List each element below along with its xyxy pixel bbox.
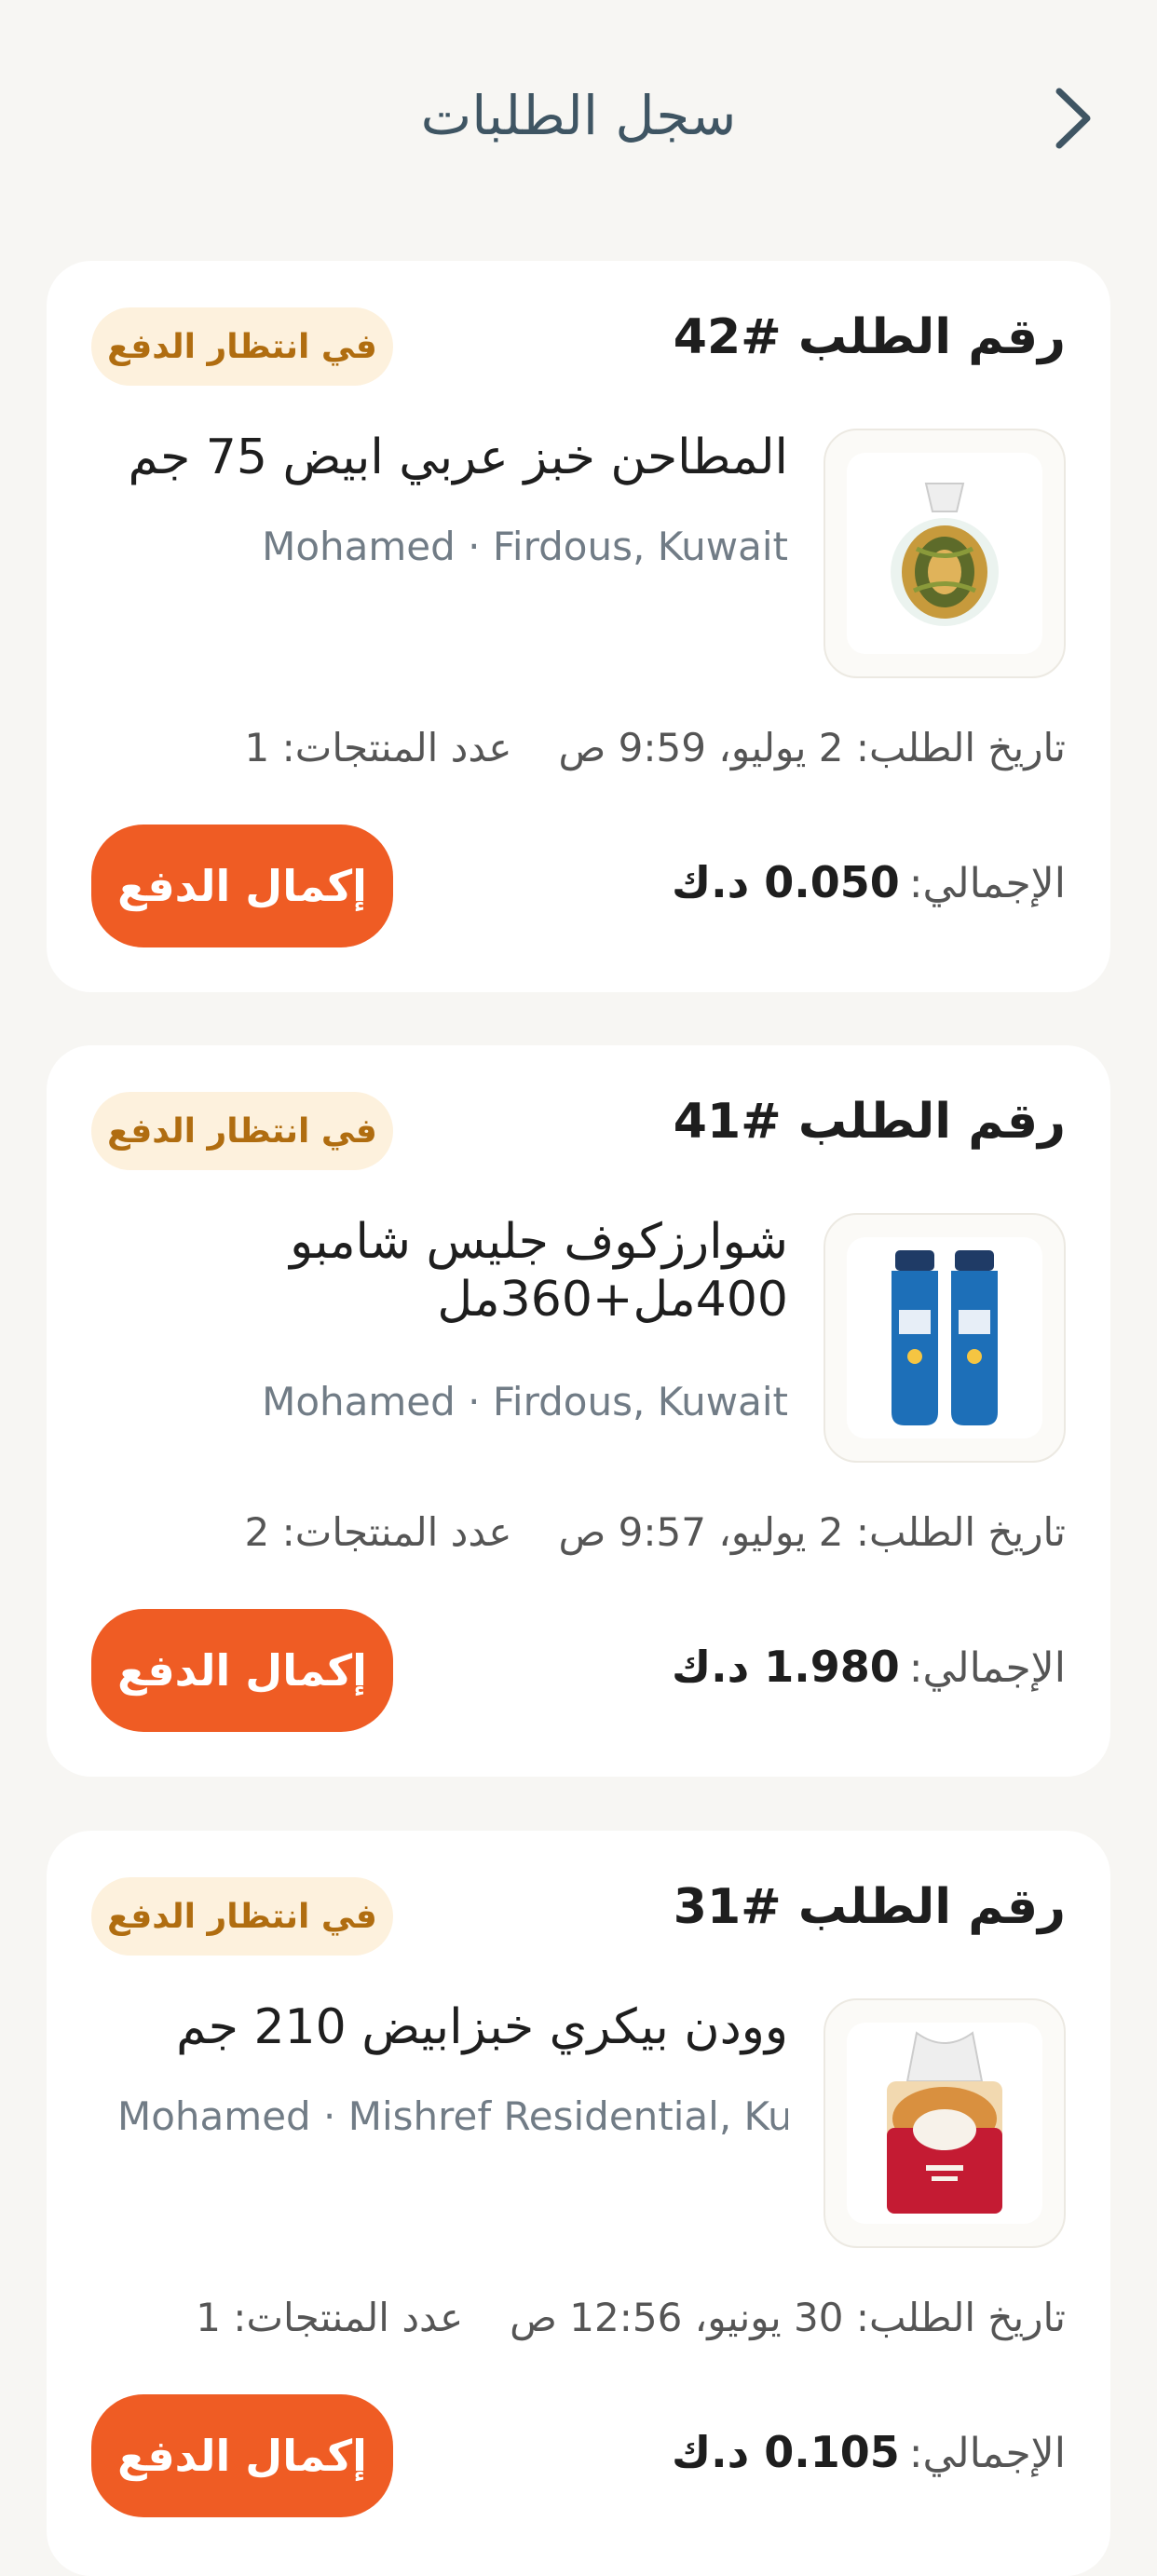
product-thumbnail[interactable] (824, 429, 1066, 678)
order-details-row: تاريخ الطلب: 2 يوليو، 9:57 ص عدد المنتجا… (91, 1509, 1066, 1555)
page-title: سجل الطلبات (420, 84, 737, 147)
order-card[interactable]: رقم الطلب #31 في انتظار الدفع وودن بيكري… (47, 1831, 1110, 2576)
total-value: 0.050 د.ك (671, 857, 900, 907)
customer-address: Mohamed · Firdous, Kuwait (262, 524, 788, 569)
order-total: الإجمالي: 0.050 د.ك (672, 857, 1066, 907)
order-number: رقم الطلب #42 (673, 309, 1066, 365)
order-card[interactable]: رقم الطلب #41 في انتظار الدفع شوارزكوف ج… (47, 1045, 1110, 1777)
order-date: تاريخ الطلب: 30 يونيو، 12:56 ص (510, 2295, 1066, 2340)
customer-address: Mohamed · Mishref Residential, Ku... (117, 2093, 788, 2139)
status-badge: في انتظار الدفع (91, 1877, 393, 1956)
items-count: عدد المنتجات: 1 (196, 2295, 464, 2340)
complete-payment-button[interactable]: إكمال الدفع (91, 2394, 393, 2517)
order-total: الإجمالي: 0.105 د.ك (672, 2427, 1066, 2477)
product-name: المطاحن خبز عربي ابيض 75 جم (128, 429, 788, 485)
order-date: تاريخ الطلب: 2 يوليو، 9:57 ص (558, 1509, 1066, 1555)
items-count: عدد المنتجات: 2 (244, 1509, 512, 1555)
wooden-bakery-bread-image (887, 2031, 1002, 2214)
shampoo-bottles-image (892, 1250, 998, 1425)
order-total: الإجمالي: 1.980 د.ك (672, 1642, 1066, 1692)
order-details-row: تاريخ الطلب: 2 يوليو، 9:59 ص عدد المنتجا… (91, 725, 1066, 770)
items-count: عدد المنتجات: 1 (244, 725, 512, 770)
product-name: وودن بيكري خبزابيض 210 جم (176, 1999, 788, 2055)
chevron-right-icon (1055, 88, 1091, 149)
complete-payment-button[interactable]: إكمال الدفع (91, 825, 393, 947)
top-bar: سجل الطلبات (0, 0, 1157, 233)
status-badge: في انتظار الدفع (91, 1092, 393, 1170)
order-number: رقم الطلب #31 (673, 1879, 1066, 1935)
status-badge: في انتظار الدفع (91, 307, 393, 386)
total-value: 1.980 د.ك (671, 1642, 900, 1692)
order-details-row: تاريخ الطلب: 30 يونيو، 12:56 ص عدد المنت… (91, 2295, 1066, 2340)
product-name: شوارزكوف جليس شامبو 400مل+360مل (290, 1214, 788, 1329)
total-value: 0.105 د.ك (671, 2427, 900, 2477)
order-date: تاريخ الطلب: 2 يوليو، 9:59 ص (558, 725, 1066, 770)
total-label: الإجمالي: (908, 2430, 1066, 2477)
bread-bag-image (891, 483, 999, 626)
order-card[interactable]: رقم الطلب #42 في انتظار الدفع المطاحن خب… (47, 261, 1110, 992)
total-label: الإجمالي: (908, 860, 1066, 907)
complete-payment-button[interactable]: إكمال الدفع (91, 1609, 393, 1732)
product-thumbnail[interactable] (824, 1213, 1066, 1463)
total-label: الإجمالي: (908, 1644, 1066, 1692)
customer-address: Mohamed · Firdous, Kuwait (262, 1379, 788, 1424)
back-button[interactable] (1048, 86, 1100, 151)
order-number: رقم الطلب #41 (673, 1094, 1066, 1150)
product-thumbnail[interactable] (824, 1998, 1066, 2248)
